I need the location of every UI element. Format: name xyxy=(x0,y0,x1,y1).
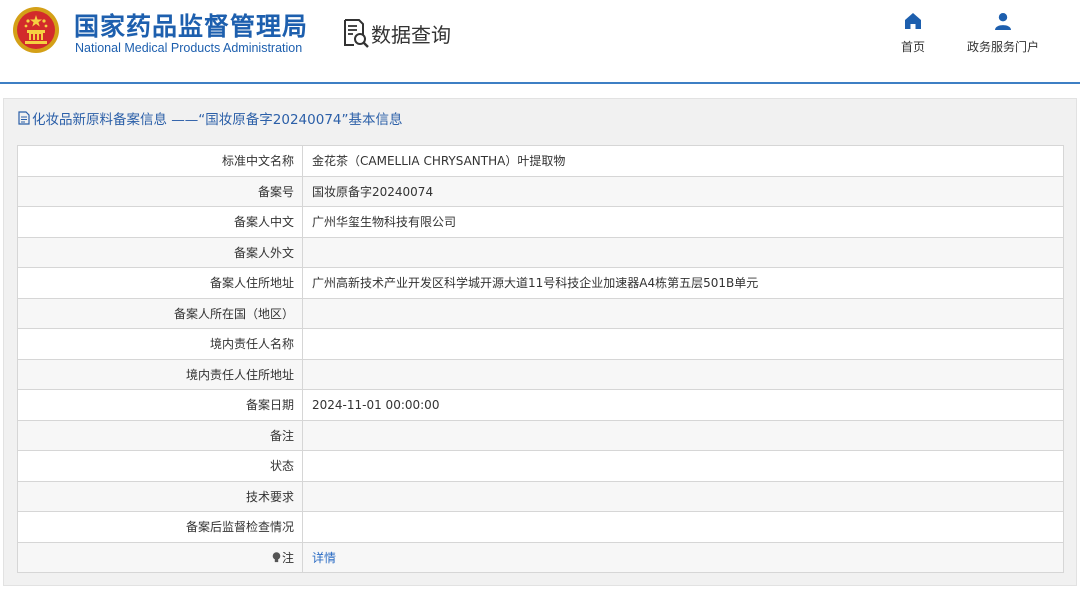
data-query-icon xyxy=(344,19,369,48)
row-value xyxy=(302,236,1064,268)
row-value xyxy=(302,480,1064,512)
home-icon xyxy=(905,13,921,29)
row-label: 状态 xyxy=(17,450,303,482)
document-icon xyxy=(18,111,30,125)
table-row: 备案人住所地址 广州高新技术产业开发区科学城开源大道11号科技企业加速器A4栋第五… xyxy=(17,267,1064,299)
note-label: 注 xyxy=(272,549,294,566)
row-label: 境内责任人住所地址 xyxy=(17,358,303,390)
row-value xyxy=(302,450,1064,482)
table-row: 备案号 国妆原备字20240074 xyxy=(17,175,1064,207)
row-value xyxy=(302,419,1064,451)
row-label: 备案号 xyxy=(17,175,303,207)
detail-link[interactable]: 详情 xyxy=(312,551,336,565)
table-row: 备案人中文 广州华玺生物科技有限公司 xyxy=(17,206,1064,238)
row-value: 国妆原备字20240074 xyxy=(302,175,1064,207)
row-label: 标准中文名称 xyxy=(17,145,303,177)
nav-service-portal[interactable]: 政务服务门户 xyxy=(962,12,1044,55)
row-label: 备案日期 xyxy=(17,389,303,421)
row-label: 备案人住所地址 xyxy=(17,267,303,299)
row-value xyxy=(302,358,1064,390)
note-value-cell: 详情 xyxy=(302,541,1064,573)
row-value xyxy=(302,297,1064,329)
user-icon xyxy=(995,13,1011,30)
table-row: 标准中文名称 金花茶（CAMELLIA CHRYSANTHA）叶提取物 xyxy=(17,145,1064,177)
site-header: 国家药品监督管理局 National Medical Products Admi… xyxy=(0,0,1080,84)
row-label: 境内责任人名称 xyxy=(17,328,303,360)
table-row-note: 注 详情 xyxy=(17,541,1064,573)
row-label: 备注 xyxy=(17,419,303,451)
record-panel: 化妆品新原料备案信息 ——“国妆原备字20240074”基本信息 标准中文名称金… xyxy=(3,98,1077,586)
row-label: 备案人外文 xyxy=(17,236,303,268)
row-label: 备案人所在国（地区） xyxy=(17,297,303,329)
panel-title-text: 化妆品新原料备案信息 ——“国妆原备字20240074”基本信息 xyxy=(32,112,403,128)
note-label-text: 注 xyxy=(281,550,294,565)
page-title: 数据查询 xyxy=(371,23,451,47)
logo-title-en[interactable]: National Medical Products Administration xyxy=(75,41,302,55)
table-row: 状态 xyxy=(17,450,1064,482)
table-row: 境内责任人名称 xyxy=(17,328,1064,360)
row-label: 技术要求 xyxy=(17,480,303,512)
row-value xyxy=(302,328,1064,360)
row-value xyxy=(302,511,1064,543)
note-label-cell: 注 xyxy=(17,541,303,573)
nav-portal-label: 政务服务门户 xyxy=(966,40,1039,54)
row-value: 金花茶（CAMELLIA CHRYSANTHA）叶提取物 xyxy=(302,145,1064,177)
table-row: 备案人外文 xyxy=(17,236,1064,268)
panel-title: 化妆品新原料备案信息 ——“国妆原备字20240074”基本信息 xyxy=(18,108,403,128)
nav-home[interactable]: 首页 xyxy=(895,12,931,55)
table-row: 技术要求 xyxy=(17,480,1064,512)
table-row: 备案后监督检查情况 xyxy=(17,511,1064,543)
nav-home-label: 首页 xyxy=(900,40,925,54)
table-row: 境内责任人住所地址 xyxy=(17,358,1064,390)
table-row: 备案日期 2024-11-01 00:00:00 xyxy=(17,389,1064,421)
table-row: 备注 xyxy=(17,419,1064,451)
table-row: 备案人所在国（地区） xyxy=(17,297,1064,329)
lightbulb-icon xyxy=(272,551,281,562)
row-value: 2024-11-01 00:00:00 xyxy=(302,389,1064,421)
row-label: 备案后监督检查情况 xyxy=(17,511,303,543)
logo-title-cn[interactable]: 国家药品监督管理局 xyxy=(74,7,308,43)
row-value: 广州华玺生物科技有限公司 xyxy=(302,206,1064,238)
national-emblem-icon xyxy=(13,7,59,53)
row-label: 备案人中文 xyxy=(17,206,303,238)
record-info-table: 标准中文名称 金花茶（CAMELLIA CHRYSANTHA）叶提取物 备案号 国妆… xyxy=(17,145,1064,573)
row-value: 广州高新技术产业开发区科学城开源大道11号科技企业加速器A4栋第五层501B单元 xyxy=(302,267,1064,299)
